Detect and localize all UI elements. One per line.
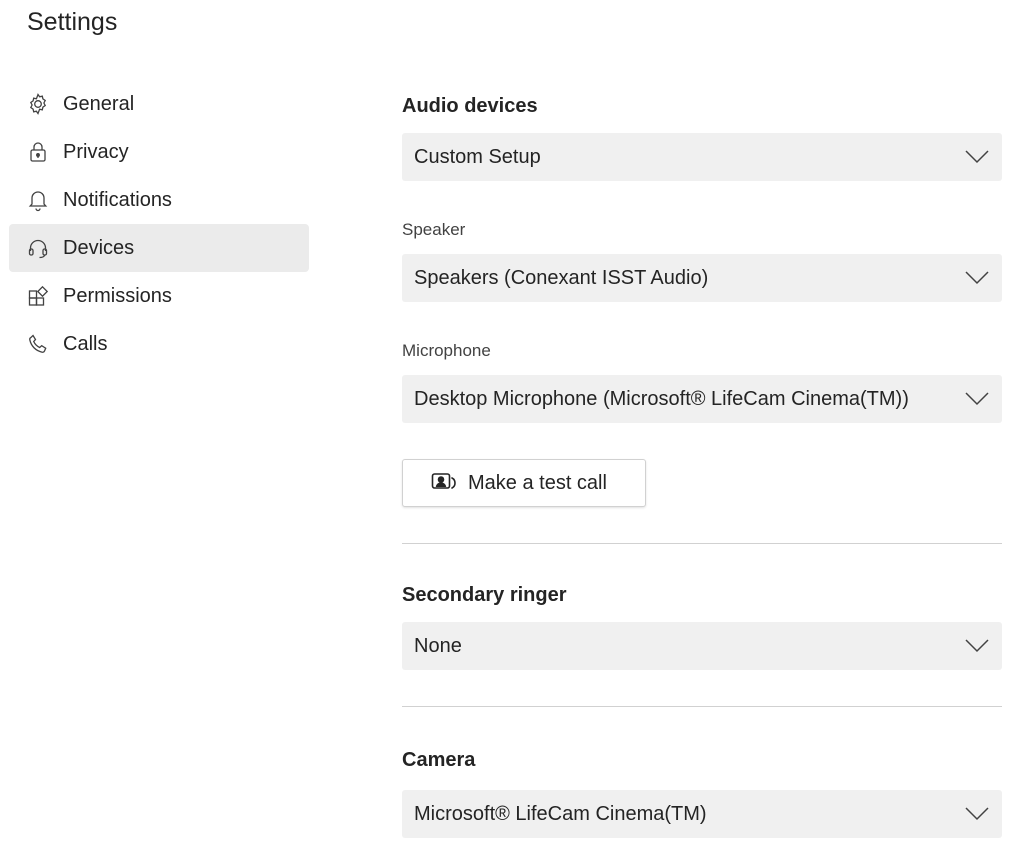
dropdown-value: Microsoft® LifeCam Cinema(TM) [414, 802, 707, 825]
sidebar-item-privacy[interactable]: Privacy [9, 128, 309, 176]
sidebar-item-label: Notifications [63, 188, 172, 211]
make-test-call-label: Make a test call [468, 471, 607, 494]
headset-icon [26, 236, 50, 260]
dropdown-value: Speakers (Conexant ISST Audio) [414, 266, 709, 289]
sidebar-item-label: Permissions [63, 284, 172, 307]
camera-dropdown[interactable]: Microsoft® LifeCam Cinema(TM) [402, 790, 1002, 838]
chevron-down-icon [964, 265, 990, 291]
dropdown-value: None [414, 634, 462, 657]
chevron-down-icon [964, 144, 990, 170]
secondary-ringer-heading: Secondary ringer [402, 584, 567, 606]
test-call-icon [431, 471, 459, 495]
audio-devices-dropdown[interactable]: Custom Setup [402, 133, 1002, 181]
chevron-down-icon [964, 801, 990, 827]
speaker-dropdown[interactable]: Speakers (Conexant ISST Audio) [402, 254, 1002, 302]
apps-icon [26, 284, 50, 308]
gear-icon [26, 92, 50, 116]
section-divider [402, 543, 1002, 544]
page-title: Settings [27, 8, 118, 36]
section-divider [402, 706, 1002, 707]
audio-devices-heading: Audio devices [402, 95, 538, 117]
microphone-label: Microphone [402, 341, 491, 360]
sidebar-item-devices[interactable]: Devices [9, 224, 309, 272]
phone-icon [26, 332, 50, 356]
chevron-down-icon [964, 633, 990, 659]
sidebar-item-calls[interactable]: Calls [9, 320, 309, 368]
dropdown-value: Desktop Microphone (Microsoft® LifeCam C… [414, 387, 909, 410]
microphone-dropdown[interactable]: Desktop Microphone (Microsoft® LifeCam C… [402, 375, 1002, 423]
sidebar-item-label: Devices [63, 236, 135, 259]
sidebar-item-permissions[interactable]: Permissions [9, 272, 309, 320]
lock-icon [26, 140, 50, 164]
sidebar-item-label: Calls [63, 332, 108, 355]
settings-page: Settings General Privacy Notifications D… [0, 0, 1024, 851]
settings-sidebar: General Privacy Notifications Devices Pe… [9, 80, 309, 368]
secondary-ringer-dropdown[interactable]: None [402, 622, 1002, 670]
sidebar-item-general[interactable]: General [9, 80, 309, 128]
dropdown-value: Custom Setup [414, 145, 541, 168]
sidebar-item-label: Privacy [63, 140, 129, 163]
bell-icon [26, 188, 50, 212]
sidebar-item-notifications[interactable]: Notifications [9, 176, 309, 224]
make-test-call-button[interactable]: Make a test call [402, 459, 646, 507]
speaker-label: Speaker [402, 220, 466, 239]
chevron-down-icon [964, 386, 990, 412]
sidebar-item-label: General [63, 92, 135, 115]
camera-heading: Camera [402, 749, 476, 771]
